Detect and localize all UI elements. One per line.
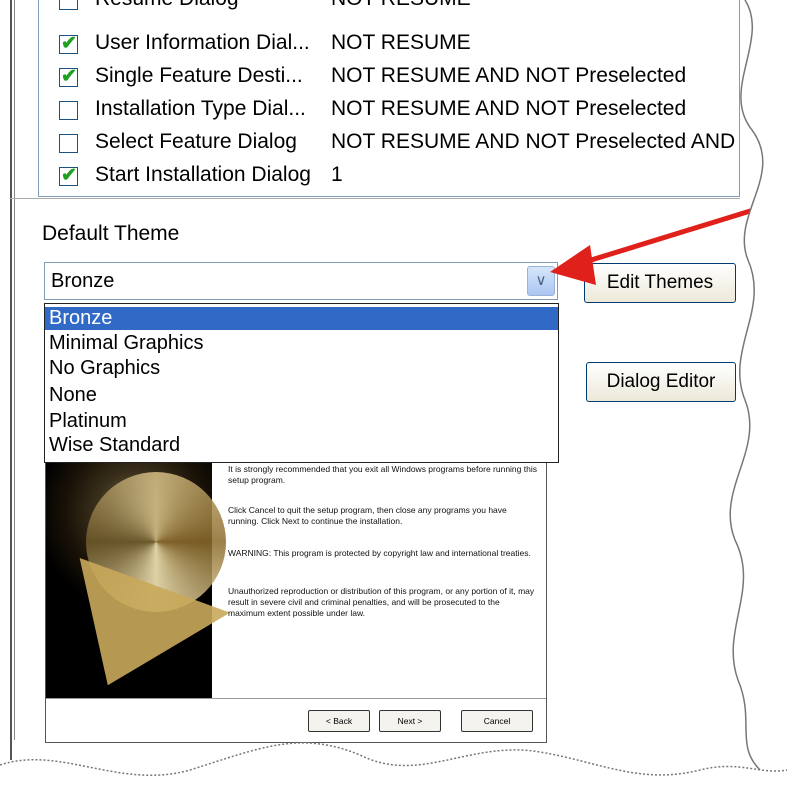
right-torn-edge <box>730 0 787 770</box>
bottom-torn-edge <box>0 742 787 807</box>
torn-edge-effect <box>0 0 787 807</box>
